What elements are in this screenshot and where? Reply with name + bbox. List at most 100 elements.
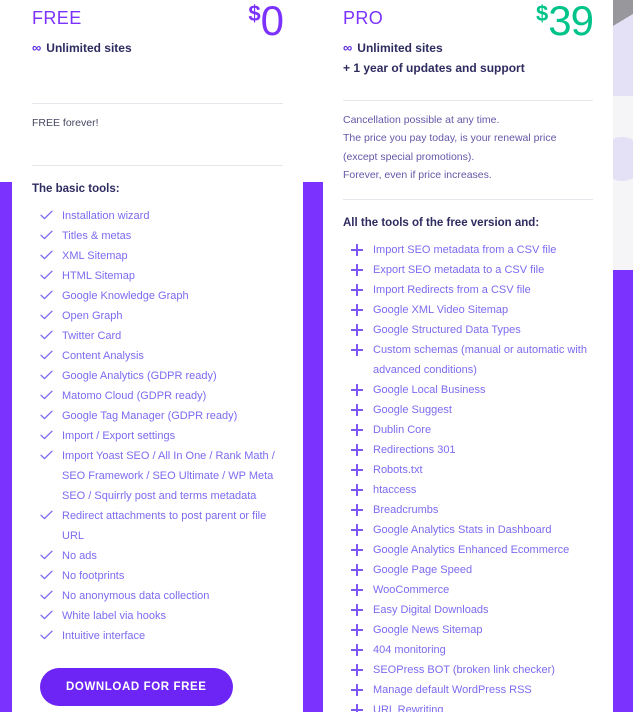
feature-list-item: 404 monitoring (343, 640, 593, 660)
check-icon (40, 606, 53, 626)
feature-list-item: HTML Sitemap (32, 266, 283, 286)
feature-list-item: White label via hooks (32, 606, 283, 626)
feature-list-item: Manage default WordPress RSS (343, 680, 593, 700)
free-sites-line: ∞ Unlimited sites (32, 40, 283, 55)
feature-list-item: No anonymous data collection (32, 586, 283, 606)
feature-list-item: Easy Digital Downloads (343, 600, 593, 620)
note-line: FREE forever! (32, 117, 99, 129)
feature-list-item: htaccess (343, 480, 593, 500)
decorative-purple-bar-left (0, 182, 12, 712)
check-icon (40, 286, 53, 306)
feature-list-item: Google Tag Manager (GDPR ready) (32, 406, 283, 426)
feature-list-item: WooCommerce (343, 580, 593, 600)
feature-label: White label via hooks (62, 610, 166, 623)
feature-list-item: Content Analysis (32, 346, 283, 366)
feature-list-item: Custom schemas (manual or automatic with… (343, 340, 593, 380)
feature-label: Google Local Business (373, 383, 486, 396)
feature-list-item: Installation wizard (32, 206, 283, 226)
feature-label: htaccess (373, 483, 417, 496)
plus-icon (351, 420, 363, 440)
feature-list-item: Google Page Speed (343, 560, 593, 580)
check-icon (40, 406, 53, 426)
check-icon (40, 386, 53, 406)
feature-label: Manage default WordPress RSS (373, 683, 532, 696)
feature-label: Easy Digital Downloads (373, 603, 489, 616)
plus-icon (351, 260, 363, 280)
download-for-free-button[interactable]: DOWNLOAD FOR FREE (40, 668, 233, 707)
plus-icon (351, 380, 363, 400)
pro-price-amount: 39 (548, 0, 594, 44)
decorative-purple-bar-middle (303, 182, 323, 712)
plus-icon (351, 580, 363, 600)
feature-label: SEOPress BOT (broken link checker) (373, 663, 555, 676)
feature-label: Google Knowledge Graph (62, 290, 189, 303)
feature-list-item: Google Local Business (343, 380, 593, 400)
note-line: The price you pay today, is your renewal… (343, 132, 557, 163)
check-icon (40, 246, 53, 266)
feature-label: Dublin Core (373, 423, 432, 436)
free-price: $0 (248, 0, 284, 42)
plus-icon (351, 240, 363, 260)
plus-icon (351, 440, 363, 460)
feature-label: Google Suggest (373, 403, 452, 416)
free-feature-list: Installation wizard Titles & metas XML Sit… (32, 195, 283, 646)
feature-label: 404 monitoring (373, 643, 446, 656)
feature-label: Open Graph (62, 310, 123, 323)
check-icon (40, 586, 53, 606)
feature-label: Robots.txt (373, 463, 423, 476)
pricing-card-pro: PRO $39 ∞ Unlimited sites + 1 year of up… (323, 0, 613, 712)
feature-list-item: XML Sitemap (32, 246, 283, 266)
pro-price: $39 (536, 0, 594, 44)
feature-label: Content Analysis (62, 350, 144, 363)
plus-icon (351, 480, 363, 500)
free-list-title: The basic tools: (32, 183, 120, 196)
free-card-header: FREE $0 ∞ Unlimited sites (32, 0, 284, 86)
check-icon (40, 226, 53, 246)
feature-list-item: Google XML Video Sitemap (343, 300, 593, 320)
feature-label: Google Page Speed (373, 563, 473, 576)
check-icon (40, 626, 53, 646)
pro-note: Cancellation possible at any time. The pr… (343, 101, 593, 185)
check-icon (40, 266, 53, 286)
plus-icon (351, 400, 363, 420)
feature-list-item: Open Graph (32, 306, 283, 326)
plus-icon (351, 460, 363, 480)
pro-sites-label: Unlimited sites (357, 40, 443, 55)
check-icon (40, 426, 53, 446)
check-icon (40, 206, 53, 226)
feature-list-item: Google Knowledge Graph (32, 286, 283, 306)
feature-label: Google News Sitemap (373, 623, 483, 636)
plus-icon (351, 280, 363, 300)
feature-list-item: Google News Sitemap (343, 620, 593, 640)
infinity-icon: ∞ (343, 39, 352, 55)
feature-list-item: Redirections 301 (343, 440, 593, 460)
plus-icon (351, 340, 363, 360)
feature-label: XML Sitemap (62, 250, 128, 263)
decorative-corner-notch (613, 14, 633, 26)
plus-icon (351, 500, 363, 520)
check-icon (40, 546, 53, 566)
feature-label: WooCommerce (373, 583, 450, 596)
feature-label: Breadcrumbs (373, 503, 439, 516)
note-line: Cancellation possible at any time. (343, 114, 500, 126)
feature-list-item: Export SEO metadata to a CSV file (343, 260, 593, 280)
pro-feature-list: Import SEO metadata from a CSV file Expor… (343, 229, 593, 712)
pro-price-currency: $ (536, 1, 549, 26)
plus-icon (351, 600, 363, 620)
feature-label: Export SEO metadata to a CSV file (373, 263, 545, 276)
pro-card-header: PRO $39 ∞ Unlimited sites + 1 year of up… (343, 0, 594, 86)
free-sites-label: Unlimited sites (46, 40, 132, 55)
free-note: FREE forever! (32, 104, 283, 132)
feature-label: No ads (62, 550, 97, 563)
feature-label: Installation wizard (62, 210, 150, 223)
feature-list-item: URL Rewriting (343, 700, 593, 712)
feature-label: Import SEO metadata from a CSV file (373, 243, 557, 256)
check-icon (40, 346, 53, 366)
pro-updates-label: + 1 year of updates and support (343, 60, 525, 75)
feature-list-item: Dublin Core (343, 420, 593, 440)
plus-icon (351, 320, 363, 340)
decorative-purple-bar-right (613, 270, 633, 712)
feature-label: Import Redirects from a CSV file (373, 283, 531, 296)
feature-list-item: Breadcrumbs (343, 500, 593, 520)
feature-list-item: No ads (32, 546, 283, 566)
